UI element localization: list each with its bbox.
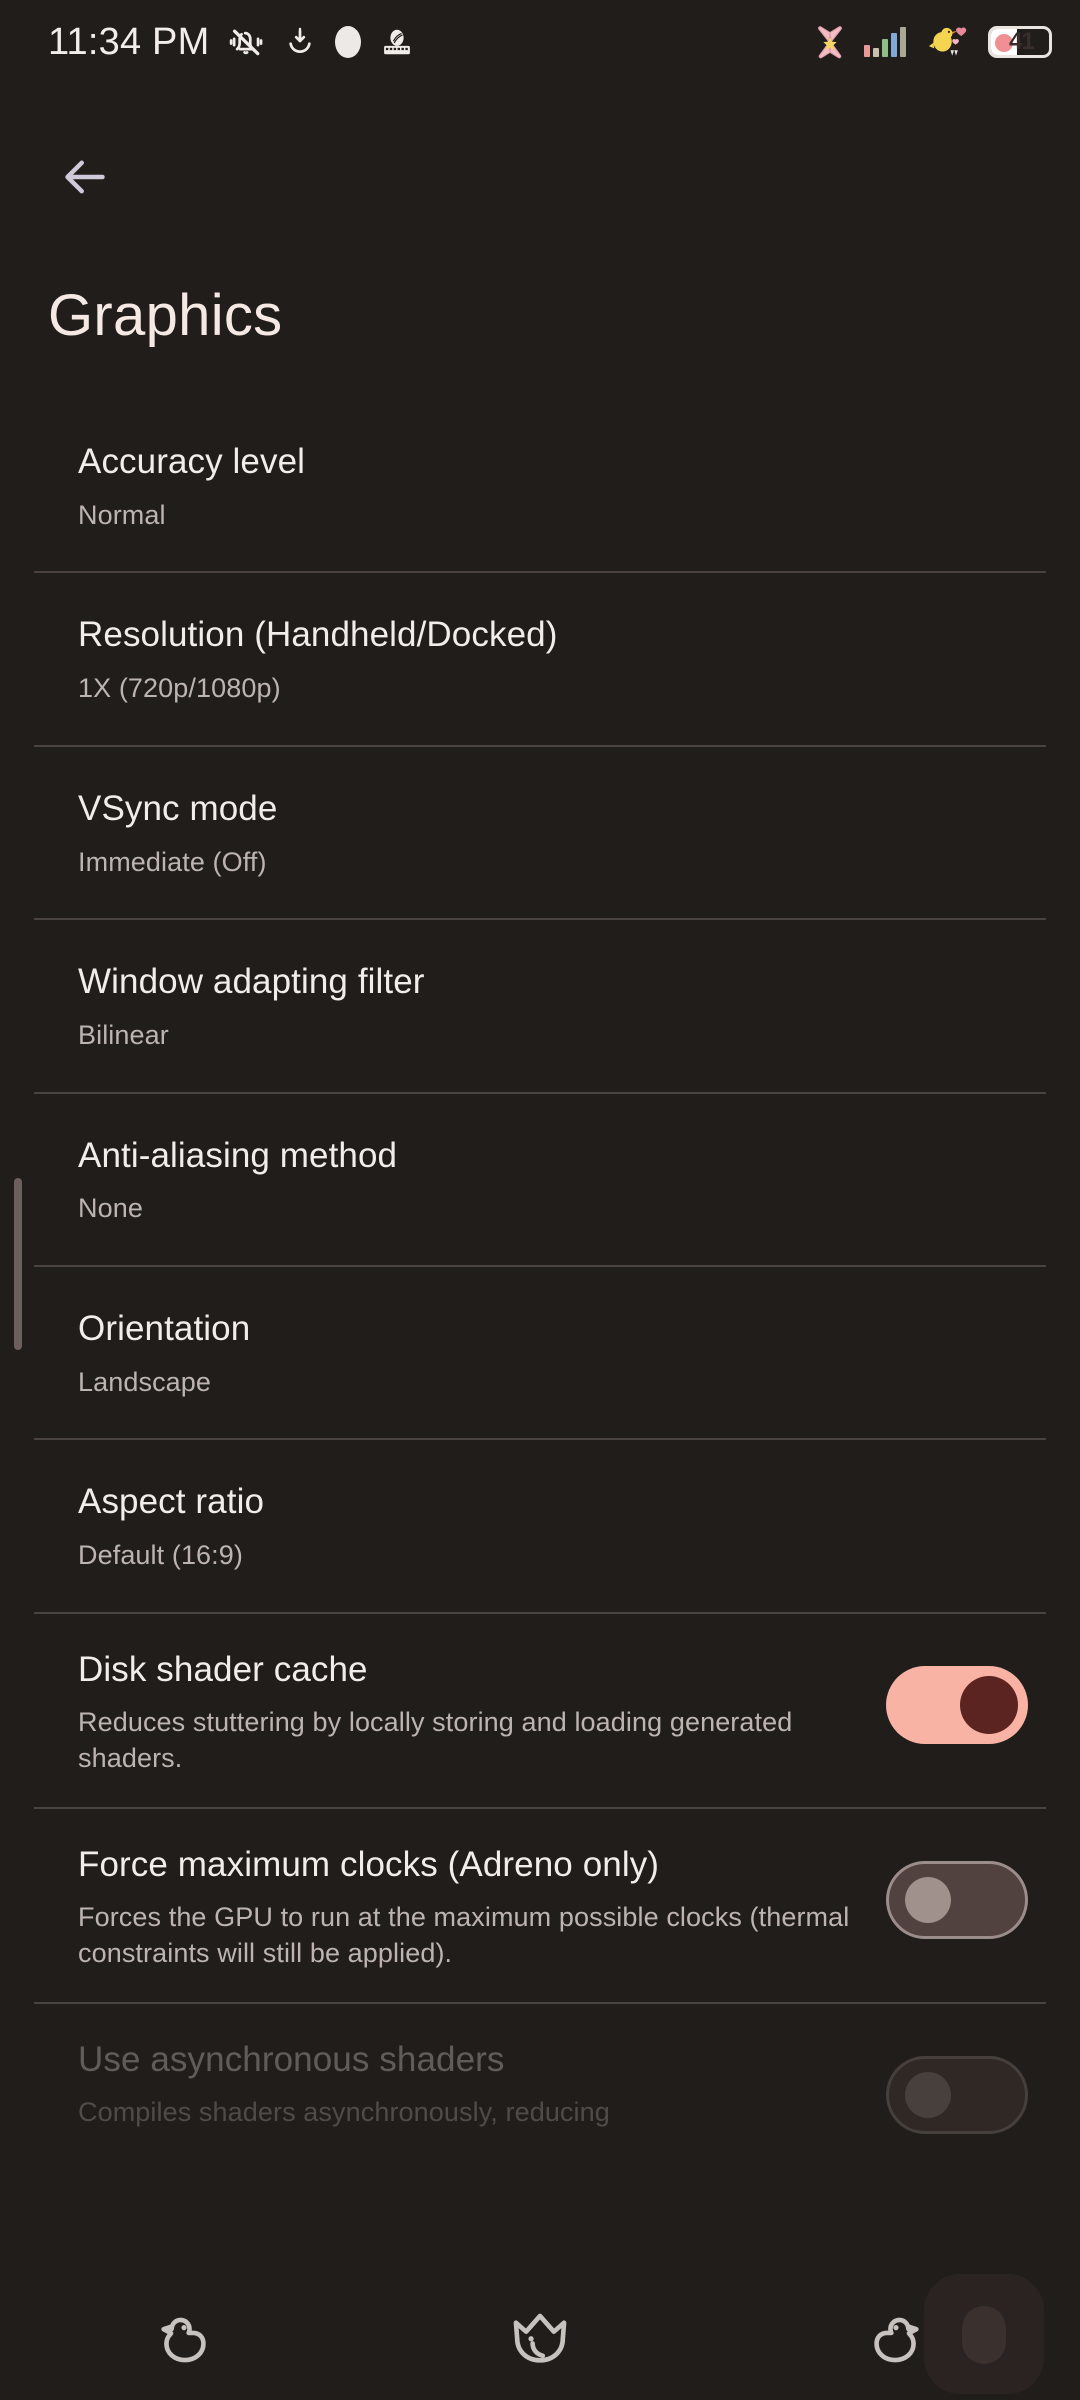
setting-title: Orientation: [78, 1308, 251, 1348]
status-clock: 11:34 PM: [48, 20, 210, 63]
device-cast-icon: [384, 29, 411, 55]
setting-description: Reduces stuttering by locally storing an…: [78, 1707, 793, 1773]
disk-shader-cache-toggle[interactable]: [886, 1665, 1028, 1744]
setting-title: Window adapting filter: [78, 962, 425, 1002]
status-bar: 11:34 PM 41: [0, 0, 1080, 84]
status-bar-right: 41: [810, 22, 1052, 62]
setting-value: Bilinear: [78, 1019, 169, 1050]
nav-home-button[interactable]: [480, 2285, 600, 2395]
setting-title: Accuracy level: [78, 442, 306, 481]
status-bar-left: 11:34 PM: [48, 21, 415, 64]
setting-value: Immediate (Off): [78, 846, 267, 877]
use-asynchronous-shaders-toggle[interactable]: [886, 2055, 1028, 2134]
setting-value: None: [78, 1193, 143, 1224]
back-button[interactable]: [46, 138, 124, 216]
setting-title: VSync mode: [78, 788, 278, 828]
setting-value: Normal: [78, 499, 166, 530]
setting-row-accuracy-level[interactable]: Accuracy level Normal: [0, 400, 1080, 571]
navigation-bar: [0, 2280, 1080, 2400]
setting-value: 1X (720p/1080p): [78, 673, 281, 704]
setting-value: Landscape: [78, 1366, 212, 1397]
setting-title: Use asynchronous shaders: [78, 2039, 505, 2079]
setting-row-orientation[interactable]: Orientation Landscape: [0, 1267, 1080, 1438]
duck-heart-icon: [928, 27, 967, 56]
signal-bars-icon: [864, 27, 906, 57]
graphics-settings-screen: 11:34 PM 41 Graphics Accuracy level Norm…: [0, 0, 1080, 2400]
white-blob-icon: [335, 26, 362, 58]
duck-back-icon: [161, 2317, 206, 2363]
setting-title: Force maximum clocks (Adreno only): [78, 1844, 660, 1884]
setting-title: Resolution (Handheld/Docked): [78, 615, 558, 655]
page-title: Graphics: [48, 283, 283, 348]
battery-icon: 41: [988, 26, 1052, 58]
force-maximum-clocks-toggle[interactable]: [886, 1860, 1028, 1939]
setting-row-vsync-mode[interactable]: VSync mode Immediate (Off): [0, 747, 1080, 918]
crown-home-icon: [513, 2313, 567, 2363]
nav-pill-hint: [924, 2274, 1044, 2394]
setting-title: Anti-aliasing method: [78, 1135, 398, 1175]
setting-title: Disk shader cache: [78, 1649, 368, 1689]
battery-level: 41: [1009, 28, 1035, 55]
vibrate-off-icon: [230, 29, 263, 56]
setting-row-resolution[interactable]: Resolution (Handheld/Docked) 1X (720p/10…: [0, 573, 1080, 744]
setting-title: Aspect ratio: [78, 1482, 265, 1522]
settings-list: Accuracy level Normal Resolution (Handhe…: [0, 400, 1080, 2164]
setting-row-use-asynchronous-shaders[interactable]: Use asynchronous shaders Compiles shader…: [0, 2004, 1080, 2164]
setting-row-disk-shader-cache[interactable]: Disk shader cache Reduces stuttering by …: [0, 1614, 1080, 1807]
download-tray-icon: [289, 27, 312, 53]
setting-row-force-maximum-clocks[interactable]: Force maximum clocks (Adreno only) Force…: [0, 1809, 1080, 2002]
nav-back-button[interactable]: [120, 2285, 240, 2395]
setting-value: Default (16:9): [78, 1540, 243, 1570]
setting-row-window-adapting-filter[interactable]: Window adapting filter Bilinear: [0, 920, 1080, 1091]
setting-description: Compiles shaders asynchronously, reducin…: [78, 2097, 610, 2128]
arrow-left-icon: [65, 160, 105, 194]
setting-row-aspect-ratio[interactable]: Aspect ratio Default (16:9): [0, 1440, 1080, 1611]
setting-description: Forces the GPU to run at the maximum pos…: [78, 1902, 850, 1968]
pink-bow-icon: [818, 26, 842, 59]
setting-row-anti-aliasing-method[interactable]: Anti-aliasing method None: [0, 1094, 1080, 1265]
